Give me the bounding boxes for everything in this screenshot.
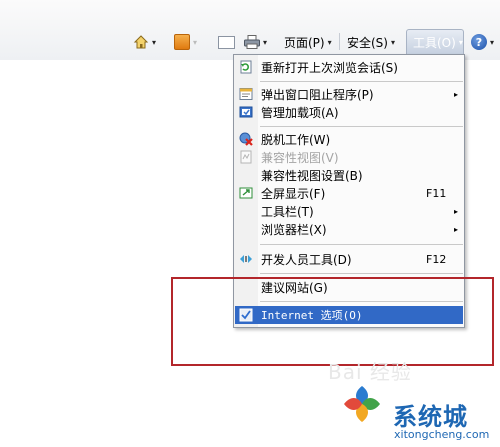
page-menu-button[interactable]: 页面(P) ▾ [284,30,332,54]
menu-separator [260,244,463,245]
help-button[interactable]: ? ▾ [471,30,494,54]
fullscreen-icon [239,186,253,200]
xitongcheng-logo-icon [340,382,384,426]
submenu-arrow-icon: ▸ [454,206,459,216]
page-menu-label: 页面(P) [284,35,325,50]
menu-item-developer-tools[interactable]: 开发人员工具(D) F12 [235,250,463,268]
command-bar: ▾ ▾ ▾ 页面(P) ▾ 安全(S) ▾ 工具(O) ▾ ? ▾ [0,0,500,60]
help-icon: ? [471,34,487,50]
brand-url: xitongcheng.com [394,428,490,441]
toolbar-divider [339,33,340,50]
tools-menu-button[interactable]: 工具(O) ▾ [406,29,464,55]
feeds-button[interactable]: ▾ [174,30,197,54]
menu-item-reopen-session[interactable]: 重新打开上次浏览会话(S) [235,58,463,76]
menu-separator [260,126,463,127]
work-offline-icon [239,132,253,146]
brand-name: 系统城 [393,403,468,431]
chevron-down-icon: ▾ [458,38,463,47]
chevron-down-icon: ▾ [390,37,395,47]
popup-blocker-icon [239,87,253,101]
menu-item-toolbars[interactable]: 工具栏(T) ▸ [235,202,463,220]
shortcut-label: F12 [426,252,447,266]
submenu-arrow-icon: ▸ [454,89,459,99]
rss-icon [174,34,190,50]
menu-item-popup-blocker[interactable]: 弹出窗口阻止程序(P) ▸ [235,85,463,103]
chevron-down-icon: ▾ [327,37,332,47]
home-icon [133,34,149,50]
tools-menu-label: 工具(O) [413,36,456,50]
menu-item-manage-addons[interactable]: 管理加载项(A) [235,103,463,121]
developer-tools-icon [239,252,253,266]
safety-menu-button[interactable]: 安全(S) ▾ [347,30,395,54]
chevron-down-icon[interactable]: ▾ [263,38,267,47]
addons-icon [239,105,253,119]
shortcut-label: F11 [426,186,447,200]
compat-view-icon [239,150,253,164]
submenu-arrow-icon: ▸ [454,224,459,234]
chevron-down-icon[interactable]: ▾ [193,38,197,47]
highlight-box [171,277,494,366]
read-mail-button[interactable] [218,30,235,54]
print-icon [244,35,260,49]
menu-item-compat-view-settings[interactable]: 兼容性视图设置(B) [235,166,463,184]
chevron-down-icon: ▾ [490,37,495,47]
menu-item-work-offline[interactable]: 脱机工作(W) [235,130,463,148]
chevron-down-icon[interactable]: ▾ [152,38,156,47]
menu-separator [260,273,463,274]
print-button[interactable]: ▾ [244,30,267,54]
reopen-session-icon [239,60,253,74]
menu-separator [260,81,463,82]
menu-item-explorer-bars[interactable]: 浏览器栏(X) ▸ [235,220,463,238]
menu-item-full-screen[interactable]: 全屏显示(F) F11 [235,184,463,202]
home-button[interactable]: ▾ [133,30,156,54]
safety-menu-label: 安全(S) [347,35,388,50]
menu-item-compat-view: 兼容性视图(V) [235,148,463,166]
baidu-watermark: Bai 经验 [328,360,412,384]
mail-icon [218,35,235,49]
